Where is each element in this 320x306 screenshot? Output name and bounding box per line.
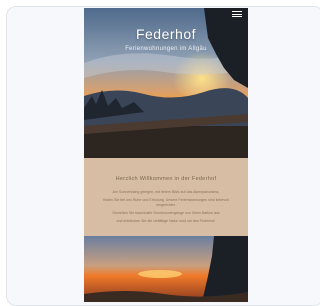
intro-paragraph: Genießen Sie traumhafte Sonnenuntergänge… (112, 211, 220, 215)
hero-section: Federhof Ferienwohnungen im Allgäu (84, 8, 248, 158)
intro-paragraph: und entdecken Sie die vielfältige Natur … (116, 219, 216, 223)
site-subtitle: Ferienwohnungen im Allgäu (125, 46, 207, 52)
hamburger-menu-icon[interactable] (232, 11, 242, 17)
intro-heading: Herzlich Willkommen in der Federhof (115, 176, 217, 182)
website-preview[interactable]: Federhof Ferienwohnungen im Allgäu Herzl… (84, 8, 248, 302)
second-sunset-image (84, 236, 248, 302)
intro-paragraph: Am Sonnenhang gelegen, mit freiem Blick … (112, 190, 220, 194)
site-title: Federhof (135, 26, 197, 42)
intro-section: Herzlich Willkommen in der Federhof Am S… (84, 158, 248, 236)
intro-paragraph: finden Sie bei uns Ruhe und Erholung. Un… (103, 198, 229, 207)
